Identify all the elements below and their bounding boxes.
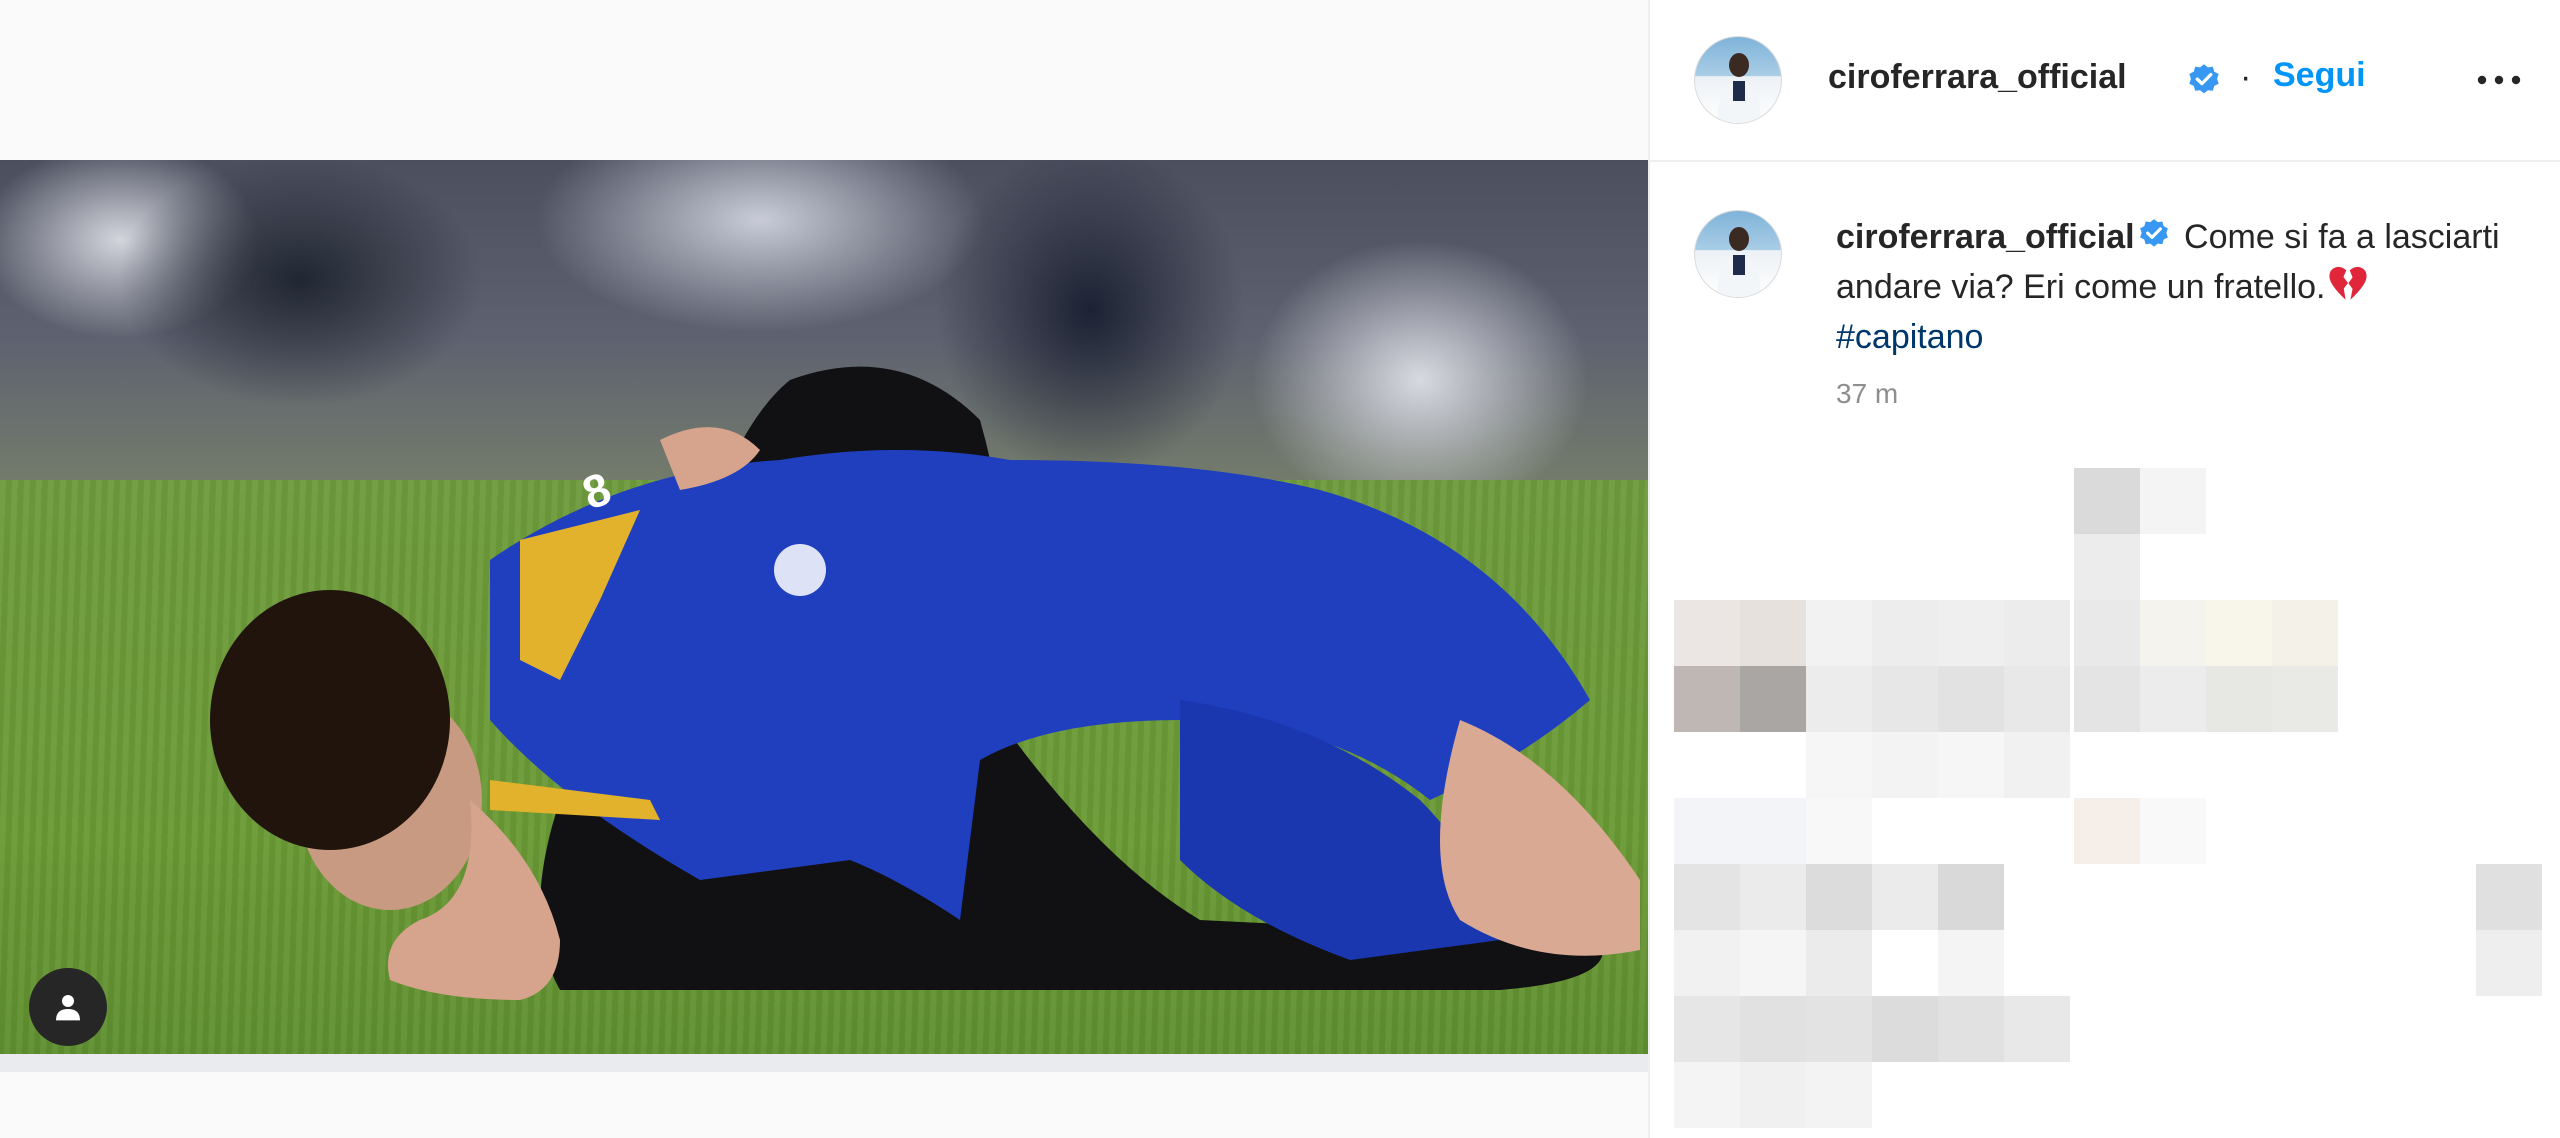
post-media: 8 — [0, 0, 1648, 1138]
avatar-image — [1717, 227, 1761, 297]
verified-badge-icon — [2139, 219, 2168, 247]
post-photo[interactable]: 8 — [0, 160, 1648, 1072]
post-timestamp[interactable]: 37 m — [1836, 378, 1898, 410]
more-options-icon[interactable] — [2474, 62, 2524, 98]
tagged-users-button[interactable] — [29, 968, 107, 1046]
pixelated-comments-area — [1674, 468, 2542, 1128]
user-icon — [56, 995, 80, 1021]
photo-players-embrace: 8 — [210, 366, 1640, 1000]
caption-username[interactable]: ciroferrara_official — [1836, 218, 2135, 256]
post-sidebar: ciroferrara_official · Segui ciroferrara… — [1648, 0, 2560, 1138]
post-header: ciroferrara_official · Segui — [1650, 0, 2560, 162]
separator-dot: · — [2240, 58, 2252, 96]
photo-bottom-strip — [0, 1054, 1648, 1072]
post-caption: ciroferrara_official Come si fa a lascia… — [1836, 212, 2516, 362]
instagram-post: 8 ciroferrara_official · Segui ciroferra… — [0, 0, 2560, 1138]
caption-author-avatar[interactable] — [1694, 210, 1782, 298]
author-username[interactable]: ciroferrara_official — [1828, 58, 2127, 97]
hashtag-link[interactable]: #capitano — [1836, 318, 1983, 356]
author-avatar[interactable] — [1694, 36, 1782, 124]
broken-heart-icon — [2329, 266, 2368, 300]
follow-button[interactable]: Segui — [2273, 56, 2366, 95]
avatar-image — [1717, 53, 1761, 123]
verified-badge-icon — [2189, 64, 2219, 94]
